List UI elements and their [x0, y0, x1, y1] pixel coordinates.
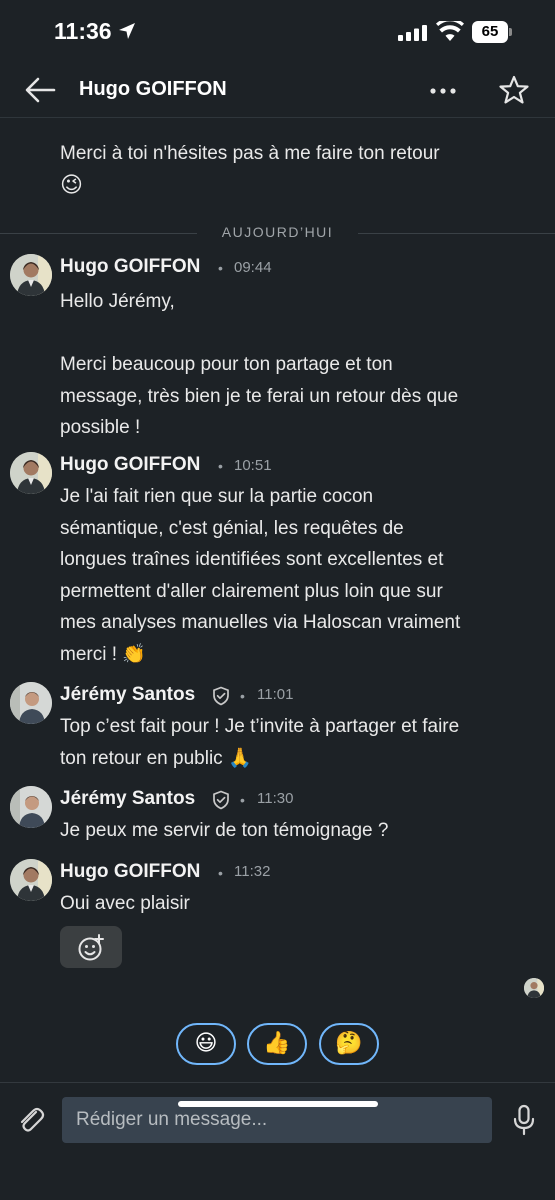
message-line: possible !	[60, 417, 141, 438]
message-line	[60, 318, 530, 350]
meta-separator: •	[240, 688, 245, 704]
verified-shield-icon	[213, 686, 229, 706]
message-text: Hello Jérémy, Merci beaucoup pour ton pa…	[60, 286, 530, 444]
battery-cap	[509, 28, 512, 36]
message-line: merci ! 👏	[60, 643, 146, 665]
avatar-image	[10, 859, 52, 901]
seen-receipt-avatar	[524, 978, 544, 998]
battery-level: 65	[472, 21, 508, 43]
status-time: 11:36	[54, 18, 112, 44]
message-line: permettent d'aller clairement plus loin …	[60, 580, 443, 602]
message-time: 11:32	[234, 863, 271, 880]
sender-name[interactable]: Jérémy Santos	[60, 684, 195, 706]
avatar-image	[10, 682, 52, 724]
microphone-button[interactable]	[510, 1103, 538, 1137]
avatar-hugo[interactable]	[10, 254, 52, 296]
wifi-icon	[436, 21, 464, 41]
day-divider: AUJOURD’HUI	[0, 222, 555, 246]
attach-button[interactable]	[14, 1103, 48, 1137]
verified-shield-icon	[213, 790, 229, 810]
add-emoji-icon	[78, 934, 104, 961]
meta-separator: •	[218, 260, 223, 276]
sender-name[interactable]: Hugo GOIFFON	[60, 861, 200, 883]
location-arrow-icon	[119, 23, 135, 39]
status-bar: 11:36 65	[0, 0, 555, 64]
wink-emoji: 😉	[60, 172, 83, 198]
message-text: Merci à toi n'hésites pas à me faire ton…	[60, 138, 530, 201]
quick-reply-smile[interactable]: 😃	[176, 1023, 236, 1065]
star-button[interactable]	[496, 72, 532, 108]
microphone-icon	[513, 1104, 535, 1136]
message-line: ton retour en public 🙏	[60, 747, 252, 769]
avatar-image	[10, 452, 52, 494]
avatar-jeremy[interactable]	[10, 682, 52, 724]
message-text: Je peux me servir de ton témoignage ?	[60, 815, 530, 847]
message-text: Top c’est fait pour ! Je t’invite à part…	[60, 711, 530, 774]
quick-reply-thinking[interactable]: 🤔	[319, 1023, 379, 1065]
cellular-signal-icon	[398, 25, 427, 41]
conversation-header: Hugo GOIFFON	[0, 64, 555, 118]
battery-indicator: 65	[472, 21, 512, 43]
message-time: 11:30	[257, 790, 294, 807]
more-options-button[interactable]	[424, 76, 464, 106]
more-dots-icon	[430, 88, 456, 94]
day-divider-label: AUJOURD’HUI	[221, 224, 334, 240]
message-line: sémantique, c'est génial, les requêtes d…	[60, 517, 404, 539]
divider-line	[358, 233, 555, 234]
message-line: Merci beaucoup pour ton partage et ton	[60, 354, 393, 375]
avatar-image	[10, 254, 52, 296]
avatar-jeremy[interactable]	[10, 786, 52, 828]
message-line: longues traînes identifiées sont excelle…	[60, 549, 444, 570]
meta-separator: •	[240, 792, 245, 808]
quick-reply-thumbs-up[interactable]: 👍	[247, 1023, 307, 1065]
meta-separator: •	[218, 865, 223, 881]
sender-name[interactable]: Hugo GOIFFON	[60, 454, 200, 476]
message-line: Je l'ai fait rien que sur la partie coco…	[60, 486, 374, 507]
message-composer	[0, 1082, 555, 1200]
message-text: Oui avec plaisir	[60, 888, 530, 920]
sender-name[interactable]: Jérémy Santos	[60, 788, 195, 810]
paperclip-icon	[20, 1107, 45, 1132]
message-text: Je l'ai fait rien que sur la partie coco…	[60, 481, 530, 670]
message-time: 11:01	[257, 686, 294, 703]
home-indicator	[178, 1101, 378, 1107]
message-line: mes analyses manuelles via Haloscan vrai…	[60, 612, 461, 633]
message-time: 10:51	[234, 457, 272, 474]
message-line: Top c’est fait pour ! Je t’invite à part…	[60, 716, 460, 737]
avatar-image	[524, 978, 544, 998]
avatar-hugo[interactable]	[10, 452, 52, 494]
message-line: message, très bien je te ferai un retour…	[60, 385, 459, 407]
arrow-left-icon	[25, 77, 56, 103]
conversation-title[interactable]: Hugo GOIFFON	[79, 78, 227, 101]
message-line: Oui avec plaisir	[60, 893, 190, 914]
meta-separator: •	[218, 458, 223, 474]
avatar-image	[10, 786, 52, 828]
star-outline-icon	[499, 75, 529, 104]
back-button[interactable]	[22, 74, 58, 106]
avatar-hugo[interactable]	[10, 859, 52, 901]
sender-name[interactable]: Hugo GOIFFON	[60, 256, 200, 278]
message-time: 09:44	[234, 259, 272, 276]
message-line: Hello Jérémy,	[60, 291, 175, 312]
add-reaction-button[interactable]	[60, 926, 122, 968]
message-line: Merci à toi n'hésites pas à me faire ton…	[60, 143, 440, 164]
message-line: Je peux me servir de ton témoignage ?	[60, 820, 389, 841]
